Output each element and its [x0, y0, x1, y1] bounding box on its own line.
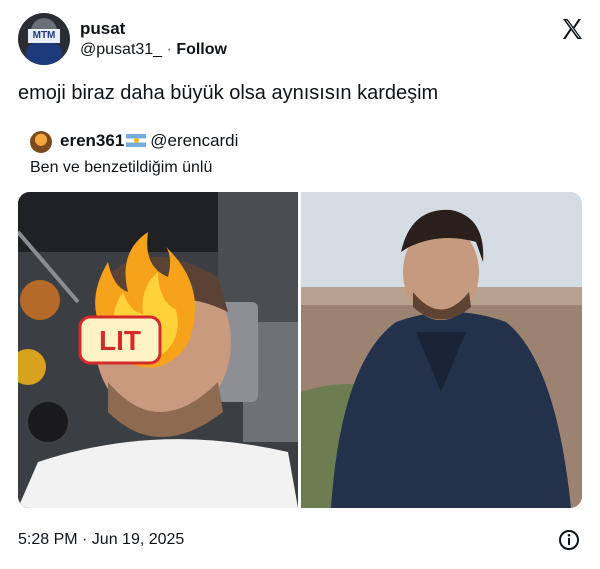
x-logo-icon[interactable] — [560, 17, 584, 41]
tweet-footer: 5:28 PM · Jun 19, 2025 — [18, 530, 582, 552]
quoted-tweet[interactable]: eren361 @erencardi Ben ve benzetildiğim ü… — [30, 130, 570, 176]
author-name[interactable]: pusat — [80, 19, 227, 39]
follow-button[interactable]: Follow — [176, 41, 227, 58]
quoted-tweet-text: Ben ve benzetildiğim ünlü — [30, 159, 213, 176]
quoted-author-name: eren361 — [60, 131, 125, 150]
tweet-text: emoji biraz daha büyük olsa aynısısın ka… — [18, 82, 439, 104]
media-photo-selfie[interactable]: LIT — [18, 192, 298, 508]
argentina-flag-icon — [126, 134, 147, 147]
info-icon[interactable] — [558, 529, 580, 551]
lit-text: LIT — [99, 325, 141, 356]
quoted-author-avatar — [30, 131, 52, 153]
author-avatar[interactable]: MTM — [18, 13, 70, 65]
tweet-header: MTM pusat @pusat31_ · Follow — [18, 13, 584, 67]
media-grid: LIT — [18, 192, 582, 508]
author-handle[interactable]: @pusat31_ — [80, 41, 162, 58]
author-block: pusat @pusat31_ · Follow — [80, 19, 227, 61]
quoted-author-handle: @erencardi — [150, 131, 239, 150]
separator-dot: · — [166, 41, 172, 58]
timestamp[interactable]: 5:28 PM · Jun 19, 2025 — [18, 531, 184, 548]
media-photo-celebrity[interactable] — [301, 192, 582, 508]
